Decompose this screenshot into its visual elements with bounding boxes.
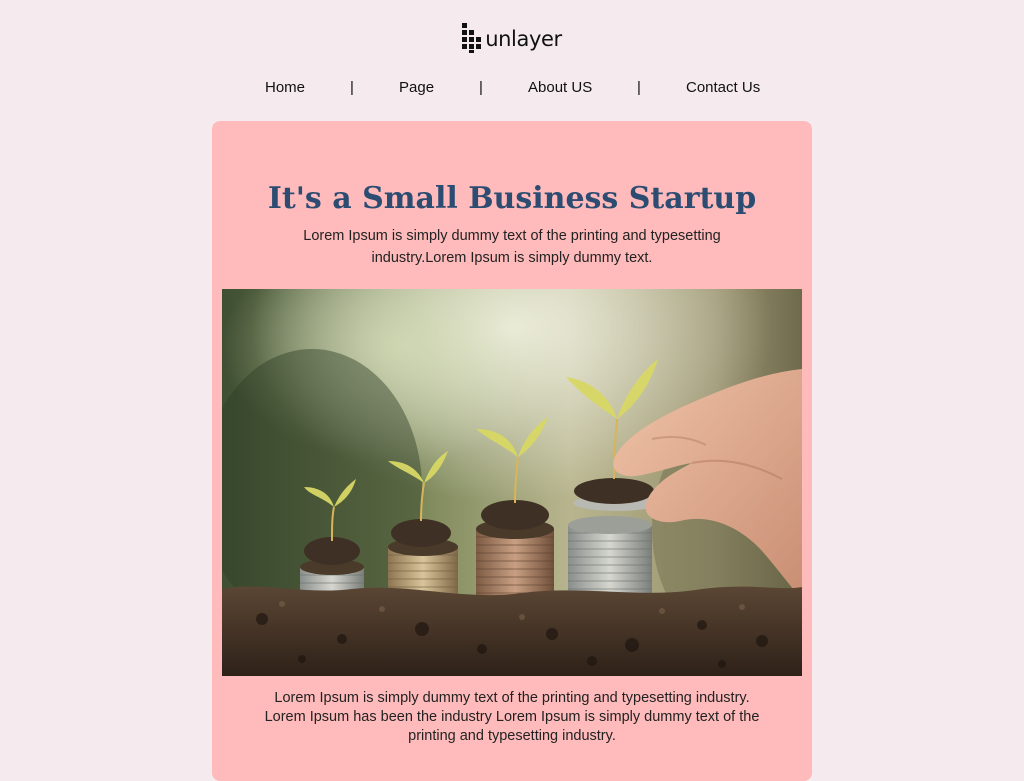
main-nav: Home | Page | About US | Contact Us [0,79,1024,99]
nav-home[interactable]: Home [265,79,305,97]
content-card: It's a Small Business Startup Lorem Ipsu… [212,121,812,781]
header: unlayer [0,22,1024,54]
nav-page[interactable]: Page [399,79,434,97]
nav-separator: | [350,79,354,96]
nav-separator: | [479,79,483,96]
nav-contact-us[interactable]: Contact Us [686,79,760,97]
nav-about-us[interactable]: About US [528,79,592,97]
hero-subtitle: Lorem Ipsum is simply dummy text of the … [303,228,721,266]
logo-text: unlayer [485,26,562,51]
body-paragraph: Lorem Ipsum is simply dummy text of the … [264,690,760,744]
nav-separator: | [637,79,641,96]
brand-logo[interactable]: unlayer [462,23,562,53]
hero-title: It's a Small Business Startup [267,181,757,216]
unlayer-logo-icon [462,23,482,53]
plant-coins-photo [222,289,802,676]
